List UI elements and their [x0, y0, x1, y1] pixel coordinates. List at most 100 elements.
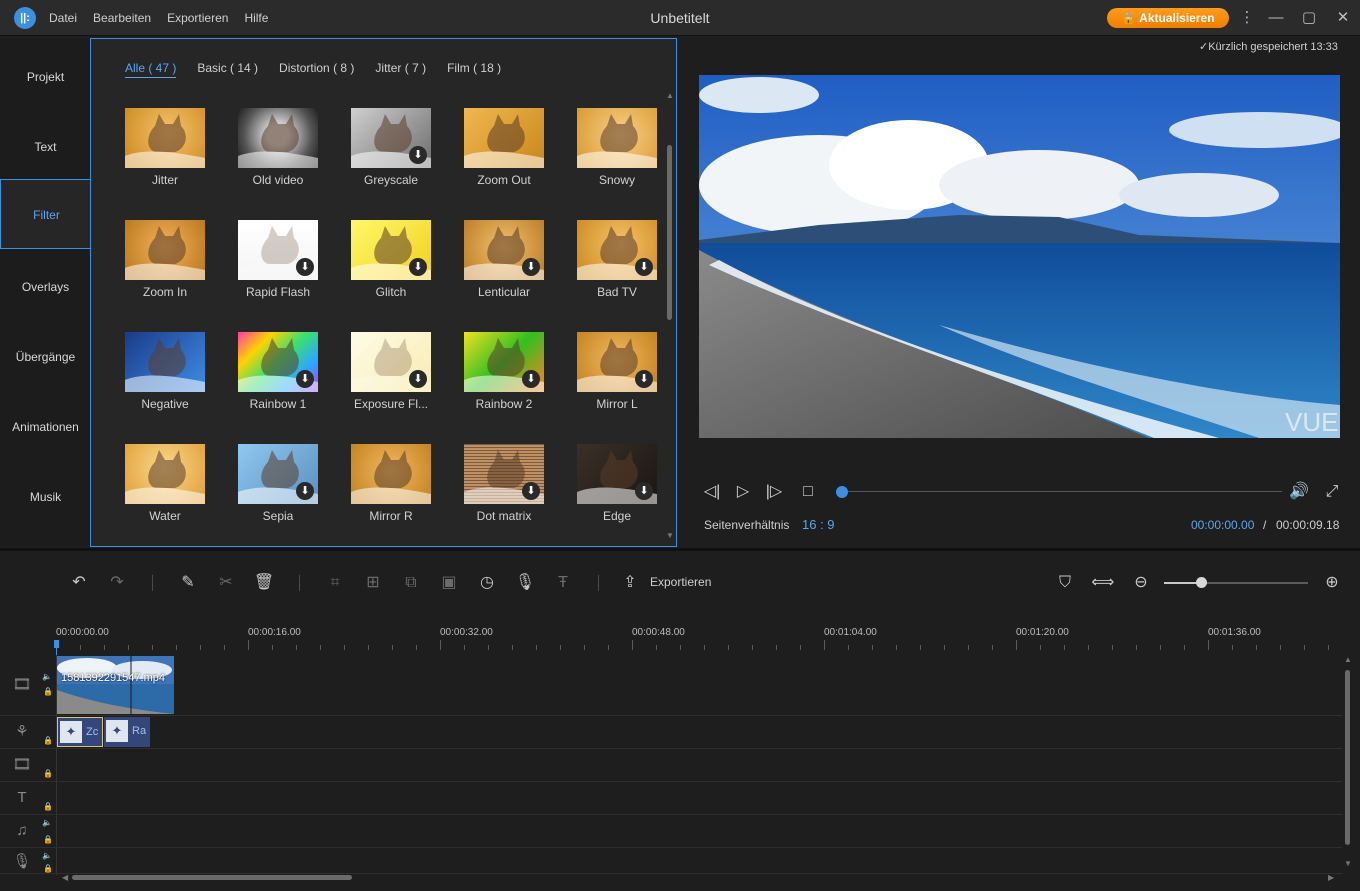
filter-thumbnail[interactable]: ⬇ [464, 220, 544, 280]
tab-alle[interactable]: Alle ( 47 ) [125, 61, 177, 78]
filter-tile-mirror-r[interactable]: Mirror R [333, 444, 433, 534]
filter-thumbnail[interactable]: ⬇ [351, 220, 431, 280]
category-musik[interactable]: Musik [0, 462, 91, 532]
timeline-ruler[interactable]: 00:00:00.00 00:00:16.00 00:00:32.00 00:00:4… [56, 620, 1346, 652]
download-icon[interactable]: ⬇ [522, 258, 540, 276]
menu-exportieren[interactable]: Exportieren [167, 0, 228, 36]
download-icon[interactable]: ⬇ [635, 370, 653, 388]
download-icon[interactable]: ⬇ [409, 370, 427, 388]
filter-thumbnail[interactable] [125, 220, 205, 280]
filter-thumbnail[interactable]: ⬇ [238, 332, 318, 392]
lock-icon[interactable]: 🔒 [43, 769, 53, 778]
freeze-frame-icon[interactable]: ⧉ [399, 571, 423, 595]
cut-icon[interactable]: ✂ [214, 571, 238, 595]
prev-frame-icon[interactable]: ◁| [700, 480, 724, 504]
edit-pencil-icon[interactable]: ✎ [176, 571, 200, 595]
filter-tile-lenticular[interactable]: ⬇ Lenticular [446, 220, 546, 310]
filter-tile-rainbow-1[interactable]: ⬇ Rainbow 1 [220, 332, 320, 422]
filter-tile-water[interactable]: Water [107, 444, 207, 534]
download-icon[interactable]: ⬇ [635, 258, 653, 276]
progress-knob[interactable] [836, 486, 848, 498]
filter-thumbnail[interactable]: ⬇ [577, 444, 657, 504]
filter-thumbnail[interactable]: ⬇ [351, 108, 431, 168]
category-projekt[interactable]: Projekt [0, 42, 91, 112]
pip-icon[interactable]: ▣ [437, 571, 461, 595]
lock-icon[interactable]: 🔒 [43, 835, 53, 844]
tab-jitter[interactable]: Jitter ( 7 ) [375, 61, 426, 78]
download-icon[interactable]: ⬇ [409, 258, 427, 276]
filter-thumbnail[interactable] [125, 332, 205, 392]
play-icon[interactable]: ▷ [731, 480, 755, 504]
undo-icon[interactable]: ↶ [67, 571, 91, 595]
fit-timeline-icon[interactable]: ⟺ [1091, 571, 1115, 595]
close-icon[interactable]: ✕ [1331, 6, 1355, 30]
speaker-icon[interactable]: 🔈 [42, 818, 52, 827]
lock-icon[interactable]: 🔒 [43, 802, 53, 811]
download-icon[interactable]: ⬇ [296, 370, 314, 388]
effect-clip-zoom-in[interactable]: ✦ Zc [57, 717, 103, 747]
filter-tile-exposure-fl[interactable]: ⬇ Exposure Fl... [333, 332, 433, 422]
filter-thumbnail[interactable] [577, 108, 657, 168]
video-clip[interactable]: 1581392291547.mp4 [57, 656, 174, 714]
effect-clip-rapid-flash[interactable]: ✦ Ra [104, 717, 150, 747]
speaker-icon[interactable]: 🔈 [42, 672, 52, 681]
lock-icon[interactable]: 🔒 [43, 864, 53, 873]
filter-tile-negative[interactable]: Negative [107, 332, 207, 422]
scroll-up-arrow-icon[interactable]: ▲ [1344, 655, 1352, 664]
menu-datei[interactable]: Datei [49, 0, 77, 36]
lock-icon[interactable]: 🔒 [43, 736, 53, 745]
scroll-right-arrow-icon[interactable]: ▶ [1328, 873, 1334, 882]
filter-thumbnail[interactable] [464, 108, 544, 168]
category-overlays[interactable]: Overlays [0, 252, 91, 322]
filter-thumbnail[interactable]: ⬇ [577, 220, 657, 280]
category-animationen[interactable]: Animationen [0, 392, 91, 462]
progress-track[interactable] [840, 491, 1282, 492]
filter-thumbnail[interactable]: ⬇ [464, 332, 544, 392]
tab-film[interactable]: Film ( 18 ) [447, 61, 501, 78]
download-icon[interactable]: ⬇ [522, 370, 540, 388]
filter-thumbnail[interactable] [238, 108, 318, 168]
filter-thumbnail[interactable]: ⬇ [577, 332, 657, 392]
download-icon[interactable]: ⬇ [635, 482, 653, 500]
scroll-down-arrow-icon[interactable]: ▼ [666, 531, 674, 540]
speaker-icon[interactable]: 🔈 [42, 851, 52, 860]
timeline-horizontal-scrollbar-thumb[interactable] [72, 875, 352, 880]
more-options-icon[interactable]: ⋮ [1235, 6, 1259, 30]
scroll-up-arrow-icon[interactable]: ▲ [666, 91, 674, 100]
export-button[interactable]: Exportieren [650, 575, 711, 589]
category-text[interactable]: Text [0, 112, 91, 182]
category-filter[interactable]: Filter [0, 179, 92, 249]
marker-icon[interactable]: ⛉ [1053, 571, 1077, 595]
zoom-out-icon[interactable]: ⊖ [1129, 571, 1153, 595]
filter-thumbnail[interactable]: ⬇ [464, 444, 544, 504]
filter-tile-greyscale[interactable]: ⬇ Greyscale [333, 108, 433, 198]
filter-tile-jitter[interactable]: Jitter [107, 108, 207, 198]
filter-tile-rainbow-2[interactable]: ⬇ Rainbow 2 [446, 332, 546, 422]
zoom-slider-knob[interactable] [1196, 577, 1208, 588]
upgrade-button[interactable]: 🔒 Aktualisieren [1107, 8, 1229, 28]
playhead-handle[interactable] [54, 640, 59, 648]
filter-thumbnail[interactable]: ⬇ [238, 220, 318, 280]
menu-hilfe[interactable]: Hilfe [244, 0, 268, 36]
filter-thumbnail[interactable] [351, 444, 431, 504]
filter-tile-mirror-l[interactable]: ⬇ Mirror L [559, 332, 659, 422]
text-to-speech-icon[interactable]: Ŧ [551, 571, 575, 595]
next-frame-icon[interactable]: |▷ [762, 480, 786, 504]
filter-scrollbar-thumb[interactable] [667, 145, 672, 320]
crop-icon[interactable]: ⌗ [323, 571, 347, 595]
filter-tile-zoom-out[interactable]: Zoom Out [446, 108, 546, 198]
category-uebergaenge[interactable]: Übergänge [0, 322, 91, 392]
delete-icon[interactable]: 🗑 [252, 571, 276, 595]
tab-basic[interactable]: Basic ( 14 ) [197, 61, 258, 78]
menu-bearbeiten[interactable]: Bearbeiten [93, 0, 151, 36]
volume-icon[interactable]: 🔊 [1287, 480, 1311, 504]
mosaic-icon[interactable]: ⊞ [361, 571, 385, 595]
filter-tile-glitch[interactable]: ⬇ Glitch [333, 220, 433, 310]
tab-distortion[interactable]: Distortion ( 8 ) [279, 61, 354, 78]
aspect-ratio-value[interactable]: 16 : 9 [802, 517, 835, 532]
scroll-down-arrow-icon[interactable]: ▼ [1344, 859, 1352, 868]
timeline-vertical-scrollbar-thumb[interactable] [1345, 670, 1350, 845]
filter-thumbnail[interactable] [125, 444, 205, 504]
filter-thumbnail[interactable]: ⬇ [238, 444, 318, 504]
fullscreen-icon[interactable]: ⤢ [1320, 480, 1344, 504]
